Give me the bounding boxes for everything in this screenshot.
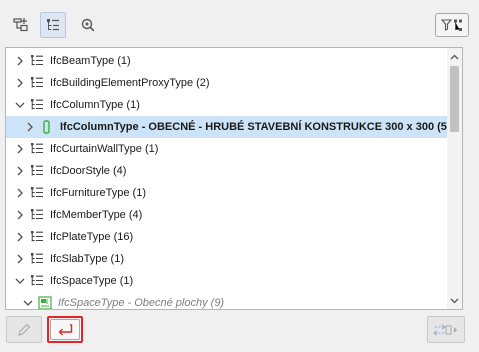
edit-button[interactable] [6,316,42,343]
tree-row-ifcbeamtype[interactable]: IfcBeamType (1) [6,50,448,72]
type-list-icon [31,209,43,220]
chevron-right-icon[interactable] [24,121,36,133]
tree-row-ifcspacetype[interactable]: IfcSpaceType (1) [6,270,448,292]
filter-button[interactable] [435,13,469,37]
tree-row-ifccolumntype[interactable]: IfcColumnType (1) [6,94,448,116]
undo-arrow-icon [58,323,73,335]
type-list-icon [31,77,43,88]
search-icon [81,18,95,32]
chevron-down-icon[interactable] [22,297,34,309]
tree-row-label: IfcMemberType (4) [50,209,143,221]
add-element-icon [13,18,28,32]
undo-button-face[interactable] [50,319,80,340]
move-icon [432,324,457,335]
vertical-scrollbar[interactable] [447,48,462,309]
tree-row-label: IfcBeamType (1) [50,55,131,67]
type-list-icon [31,231,43,242]
ifc-type-tree[interactable]: IfcBeamType (1) IfcBuildingElementProxyT… [5,47,463,310]
chevron-down-icon[interactable] [14,275,26,287]
bottom-toolbar [0,312,479,352]
type-list-icon [31,143,43,154]
tree-row-label: IfcDoorStyle (4) [50,165,127,177]
tree-row-label: IfcBuildingElementProxyType (2) [50,77,210,89]
tree-view-icon [47,19,59,31]
chevron-right-icon[interactable] [14,231,26,243]
tree-row-ifcplatetype[interactable]: IfcPlateType (16) [6,226,448,248]
tree-row-label: IfcFurnitureType (1) [50,187,146,199]
tree-row-label: IfcSlabType (1) [50,253,124,265]
type-list-icon [31,275,43,286]
type-list-icon [31,165,43,176]
tree-view-button[interactable] [40,12,66,38]
chevron-right-icon[interactable] [14,165,26,177]
type-list-icon [31,187,43,198]
scrollbar-thumb[interactable] [450,66,459,132]
tree-row-ifcslabtype[interactable]: IfcSlabType (1) [6,248,448,270]
pencil-icon [18,323,31,336]
type-list-icon [31,99,43,110]
chevron-right-icon[interactable] [14,253,26,265]
column-icon [43,120,50,134]
tree-row-ifcfurnituretype[interactable]: IfcFurnitureType (1) [6,182,448,204]
tree-row-ifcmembertype[interactable]: IfcMemberType (4) [6,204,448,226]
tree-row-ifcbuildingelementproxytype[interactable]: IfcBuildingElementProxyType (2) [6,72,448,94]
chevron-down-icon[interactable] [14,99,26,111]
chevron-right-icon[interactable] [14,209,26,221]
search-button[interactable] [75,12,101,38]
add-element-button[interactable] [8,12,34,38]
tree-row-ifccurtainwalltype[interactable]: IfcCurtainWallType (1) [6,138,448,160]
scroll-down-arrow-icon[interactable] [447,294,462,308]
tree-row-label: IfcPlateType (16) [50,231,134,243]
scroll-up-arrow-icon[interactable] [447,50,462,64]
tree-row-ifcspacetype-obecne-plochy[interactable]: IfcSpaceType - Obecné plochy (9) [6,292,448,309]
tree-row-ifcdoorstyle[interactable]: IfcDoorStyle (4) [6,160,448,182]
undo-button[interactable] [47,316,83,343]
tree-row-label: IfcCurtainWallType (1) [50,143,159,155]
tree-row-label: IfcColumnType - OBECNÉ - HRUBÉ STAVEBNÍ … [60,121,451,133]
chevron-right-icon[interactable] [14,77,26,89]
filter-icon [440,19,462,31]
tree-row-label: IfcSpaceType - Obecné plochy (9) [58,297,225,309]
toolbar [0,0,479,46]
type-list-icon [31,55,43,66]
type-list-icon [31,253,43,264]
zone-icon [38,296,52,309]
chevron-right-icon[interactable] [14,187,26,199]
chevron-right-icon[interactable] [14,143,26,155]
tree-row-label: IfcColumnType (1) [50,99,140,111]
tree-row-ifccolumntype-obecne[interactable]: IfcColumnType - OBECNÉ - HRUBÉ STAVEBNÍ … [6,116,451,138]
move-button[interactable] [427,316,465,343]
chevron-right-icon[interactable] [14,55,26,67]
tree-row-label: IfcSpaceType (1) [50,275,134,287]
